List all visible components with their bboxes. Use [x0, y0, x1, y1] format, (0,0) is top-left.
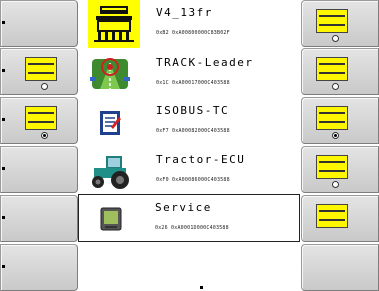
device-row-selected[interactable]: Service 0x26 0xA0001D000C403588 — [78, 194, 300, 242]
device-name: V4_13fr — [156, 6, 213, 19]
softkey-indicator-dot — [2, 21, 5, 24]
device-row[interactable]: V4_13fr 0xB2 0xA00800000C83B02F — [80, 0, 300, 48]
scroll-indicator-dot — [200, 286, 203, 289]
isobus-tc-app-icon — [86, 101, 134, 143]
device-address: 0x1C 0xA00017000C403588 — [156, 80, 230, 86]
left-softkey-3[interactable] — [0, 97, 78, 144]
device-address: 0xB2 0xA00800000C83B02F — [156, 30, 230, 36]
left-softkey-2[interactable] — [0, 48, 78, 95]
right-softkey-1[interactable] — [301, 0, 379, 47]
device-row[interactable]: TRACK-Leader 0x1C 0xA00017000C403588 — [80, 50, 300, 98]
softkey-indicator-dot — [2, 265, 5, 268]
device-row[interactable]: ISOBUS-TC 0xF7 0xA00082000C403588 — [80, 98, 300, 146]
track-leader-app-icon — [86, 53, 134, 95]
seeder-implement-icon — [88, 0, 140, 48]
left-softkey-column — [0, 0, 78, 291]
right-softkey-5[interactable] — [301, 195, 379, 242]
radio-icon — [332, 181, 339, 188]
radio-selected-icon — [41, 132, 48, 139]
radio-icon — [332, 83, 339, 90]
implement-view-icon — [316, 9, 348, 33]
implement-view-icon — [25, 106, 57, 130]
implement-view-icon — [316, 155, 348, 179]
right-softkey-2[interactable] — [301, 48, 379, 95]
implement-view-icon — [316, 57, 348, 81]
device-name: Service — [155, 201, 212, 214]
implement-view-icon — [316, 204, 348, 228]
left-softkey-6[interactable] — [0, 244, 78, 291]
left-softkey-1[interactable] — [0, 0, 78, 47]
softkey-indicator-dot — [2, 69, 5, 72]
implement-view-icon — [25, 57, 57, 81]
softkey-indicator-dot — [2, 167, 5, 170]
device-name: TRACK-Leader — [156, 56, 254, 69]
softkey-indicator-dot — [2, 216, 5, 219]
left-softkey-4[interactable] — [0, 146, 78, 193]
radio-icon — [41, 83, 48, 90]
device-address: 0xF7 0xA00082000C403588 — [156, 128, 230, 134]
right-softkey-column — [301, 0, 379, 291]
device-address: 0x26 0xA0001D000C403588 — [155, 225, 229, 231]
implement-view-icon — [316, 106, 348, 130]
radio-selected-icon — [332, 132, 339, 139]
right-softkey-4[interactable] — [301, 146, 379, 193]
device-name: Tractor-ECU — [156, 153, 246, 166]
left-softkey-5[interactable] — [0, 195, 78, 242]
softkey-indicator-dot — [2, 118, 5, 121]
right-softkey-3[interactable] — [301, 97, 379, 144]
device-row[interactable]: Tractor-ECU 0xF0 0xA00086000C403588 — [80, 147, 300, 195]
right-softkey-6[interactable] — [301, 244, 379, 291]
device-address: 0xF0 0xA00086000C403588 — [156, 177, 230, 183]
tractor-icon — [86, 150, 134, 192]
terminal-service-icon — [87, 198, 135, 240]
device-list: V4_13fr 0xB2 0xA00800000C83B02F TRACK-Le… — [78, 0, 300, 291]
radio-icon — [332, 35, 339, 42]
device-name: ISOBUS-TC — [156, 104, 230, 117]
